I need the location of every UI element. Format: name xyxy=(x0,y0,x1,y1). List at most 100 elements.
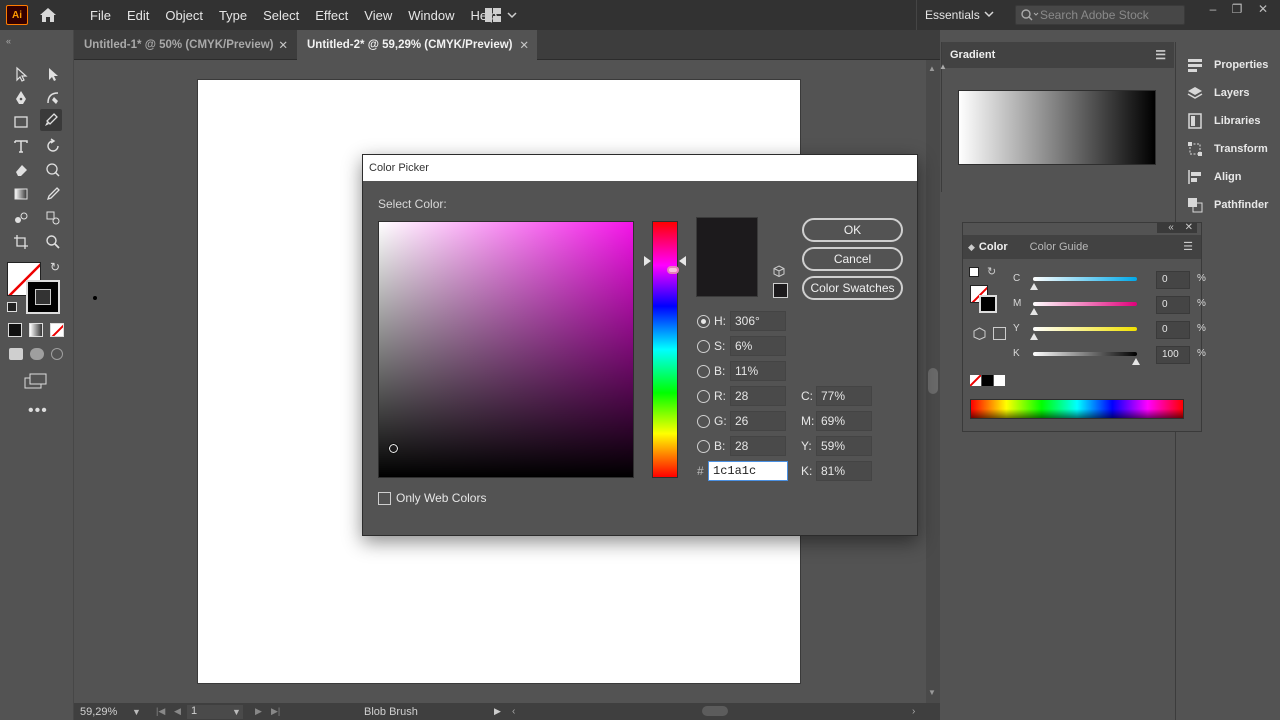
web-safe-swatch[interactable] xyxy=(993,327,1006,340)
pen-tool-icon[interactable] xyxy=(10,87,32,109)
radio-brightness[interactable] xyxy=(697,365,710,378)
field-blue[interactable]: 28 xyxy=(730,436,786,456)
draw-inside-icon[interactable] xyxy=(51,348,63,360)
align-panel-button[interactable]: Align xyxy=(1186,167,1242,187)
close-window-icon[interactable]: ✕ xyxy=(1252,2,1274,18)
arrange-documents-icon[interactable] xyxy=(484,7,518,23)
vertical-scroll-thumb[interactable] xyxy=(928,368,938,394)
slider-c[interactable]: C 0 % xyxy=(1013,271,1206,291)
chevron-down-icon[interactable] xyxy=(983,8,995,23)
color-swatches-button[interactable]: Color Swatches xyxy=(802,276,903,300)
field-saturation[interactable]: 6% xyxy=(730,336,786,356)
out-of-gamut-icon[interactable] xyxy=(773,265,785,278)
pathfinder-panel-button[interactable]: Pathfinder xyxy=(1186,195,1268,215)
field-yellow[interactable]: 59% xyxy=(816,436,872,456)
scroll-right-icon[interactable]: › xyxy=(912,706,915,717)
minimize-icon[interactable]: – xyxy=(1202,2,1224,18)
selection-tool-icon[interactable] xyxy=(10,63,32,85)
close-panel-icon[interactable]: ✕ xyxy=(1185,222,1193,233)
gradient-preview[interactable] xyxy=(958,90,1156,165)
swap-fill-stroke-icon[interactable]: ↻ xyxy=(50,260,60,274)
zoom-level[interactable]: 59,29% xyxy=(80,706,117,718)
expand-options-icon[interactable]: ◆ xyxy=(963,242,975,253)
slider-y-thumb[interactable] xyxy=(1030,333,1038,340)
direct-selection-tool-icon[interactable] xyxy=(42,63,64,85)
radio-saturation[interactable] xyxy=(697,340,710,353)
panel-menu-icon[interactable]: ☰ xyxy=(1183,240,1193,253)
slider-c-thumb[interactable] xyxy=(1030,283,1038,290)
hex-input[interactable]: 1c1a1c xyxy=(708,461,788,481)
default-colors-icon[interactable] xyxy=(7,302,17,312)
color-field[interactable] xyxy=(378,221,634,478)
slider-y[interactable]: Y 0 % xyxy=(1013,321,1206,341)
curvature-tool-icon[interactable] xyxy=(42,87,64,109)
white-swatch[interactable] xyxy=(994,375,1005,386)
menu-effect[interactable]: Effect xyxy=(307,8,356,23)
slider-y-track[interactable] xyxy=(1033,327,1137,331)
mini-default-colors-icon[interactable] xyxy=(969,267,979,277)
collapse-icon[interactable]: « xyxy=(6,36,11,46)
symbol-sprayer-tool-icon[interactable] xyxy=(42,207,64,229)
workspace-switcher[interactable]: Essentials xyxy=(916,0,980,30)
field-brightness[interactable]: 11% xyxy=(730,361,786,381)
rectangle-tool-icon[interactable] xyxy=(10,111,32,133)
prev-artboard-icon[interactable]: ◀ xyxy=(174,706,181,717)
slider-m-value[interactable]: 0 xyxy=(1156,296,1190,314)
slider-m[interactable]: M 0 % xyxy=(1013,296,1206,316)
black-swatch[interactable] xyxy=(982,375,993,386)
first-artboard-icon[interactable]: |◀ xyxy=(156,706,165,717)
tab-untitled-2[interactable]: Untitled-2* @ 59,29% (CMYK/Preview) ✕ xyxy=(297,30,537,60)
restore-icon[interactable]: ❐ xyxy=(1226,2,1248,18)
blend-tool-icon[interactable] xyxy=(10,207,32,229)
hue-slider[interactable] xyxy=(652,221,678,478)
field-red[interactable]: 28 xyxy=(730,386,786,406)
libraries-panel-button[interactable]: Libraries xyxy=(1186,111,1260,131)
stroke-swatch[interactable] xyxy=(26,280,60,314)
close-icon[interactable]: ✕ xyxy=(278,38,288,52)
gradient-mode-icon[interactable] xyxy=(29,323,43,337)
tab-untitled-1[interactable]: Untitled-1* @ 50% (CMYK/Preview) ✕ xyxy=(74,30,296,60)
ok-button[interactable]: OK xyxy=(802,218,903,242)
color-field-marker[interactable] xyxy=(388,443,399,454)
field-cyan[interactable]: 77% xyxy=(816,386,872,406)
menu-type[interactable]: Type xyxy=(211,8,255,23)
field-magenta[interactable]: 69% xyxy=(816,411,872,431)
slider-k-thumb[interactable] xyxy=(1132,358,1140,365)
menu-edit[interactable]: Edit xyxy=(119,8,157,23)
layers-panel-button[interactable]: Layers xyxy=(1186,83,1249,103)
gradient-tool-icon[interactable] xyxy=(10,183,32,205)
slider-k-value[interactable]: 100 xyxy=(1156,346,1190,364)
radio-red[interactable] xyxy=(697,390,710,403)
color-mode-icon[interactable] xyxy=(8,323,22,337)
cancel-button[interactable]: Cancel xyxy=(802,247,903,271)
field-hue[interactable]: 306° xyxy=(730,311,786,331)
mini-stroke-swatch[interactable] xyxy=(979,295,997,313)
status-menu-icon[interactable]: ▶ xyxy=(494,706,501,717)
field-black[interactable]: 81% xyxy=(816,461,872,481)
horizontal-scroll-thumb[interactable] xyxy=(702,706,728,716)
menu-object[interactable]: Object xyxy=(157,8,211,23)
slider-m-track[interactable] xyxy=(1033,302,1137,306)
zoom-tool-icon[interactable] xyxy=(42,231,64,253)
slider-c-value[interactable]: 0 xyxy=(1156,271,1190,289)
scroll-down-icon[interactable]: ▼ xyxy=(928,688,936,697)
out-of-gamut-swatch[interactable] xyxy=(773,283,788,298)
only-web-colors-checkbox[interactable] xyxy=(378,492,391,505)
type-tool-icon[interactable] xyxy=(10,135,32,157)
menu-file[interactable]: File xyxy=(82,8,119,23)
eyedropper-tool-icon[interactable] xyxy=(42,183,64,205)
slider-k-track[interactable] xyxy=(1033,352,1137,356)
none-swatch[interactable] xyxy=(970,375,981,386)
close-icon[interactable]: ✕ xyxy=(519,38,529,52)
field-green[interactable]: 26 xyxy=(730,411,786,431)
blob-brush-tool-icon[interactable] xyxy=(40,109,62,131)
eraser-tool-icon[interactable] xyxy=(10,159,32,181)
free-transform-tool-icon[interactable] xyxy=(42,159,64,181)
scroll-left-icon[interactable]: ‹ xyxy=(512,706,515,717)
slider-c-track[interactable] xyxy=(1033,277,1137,281)
scroll-up-icon[interactable]: ▲ xyxy=(928,64,936,73)
panel-menu-icon[interactable]: ☰ xyxy=(1155,48,1166,62)
tab-color-guide[interactable]: Color Guide xyxy=(1030,241,1089,253)
stock-search-input[interactable]: Search Adobe Stock xyxy=(1015,5,1185,25)
hue-slider-right-arrow[interactable] xyxy=(679,256,686,266)
